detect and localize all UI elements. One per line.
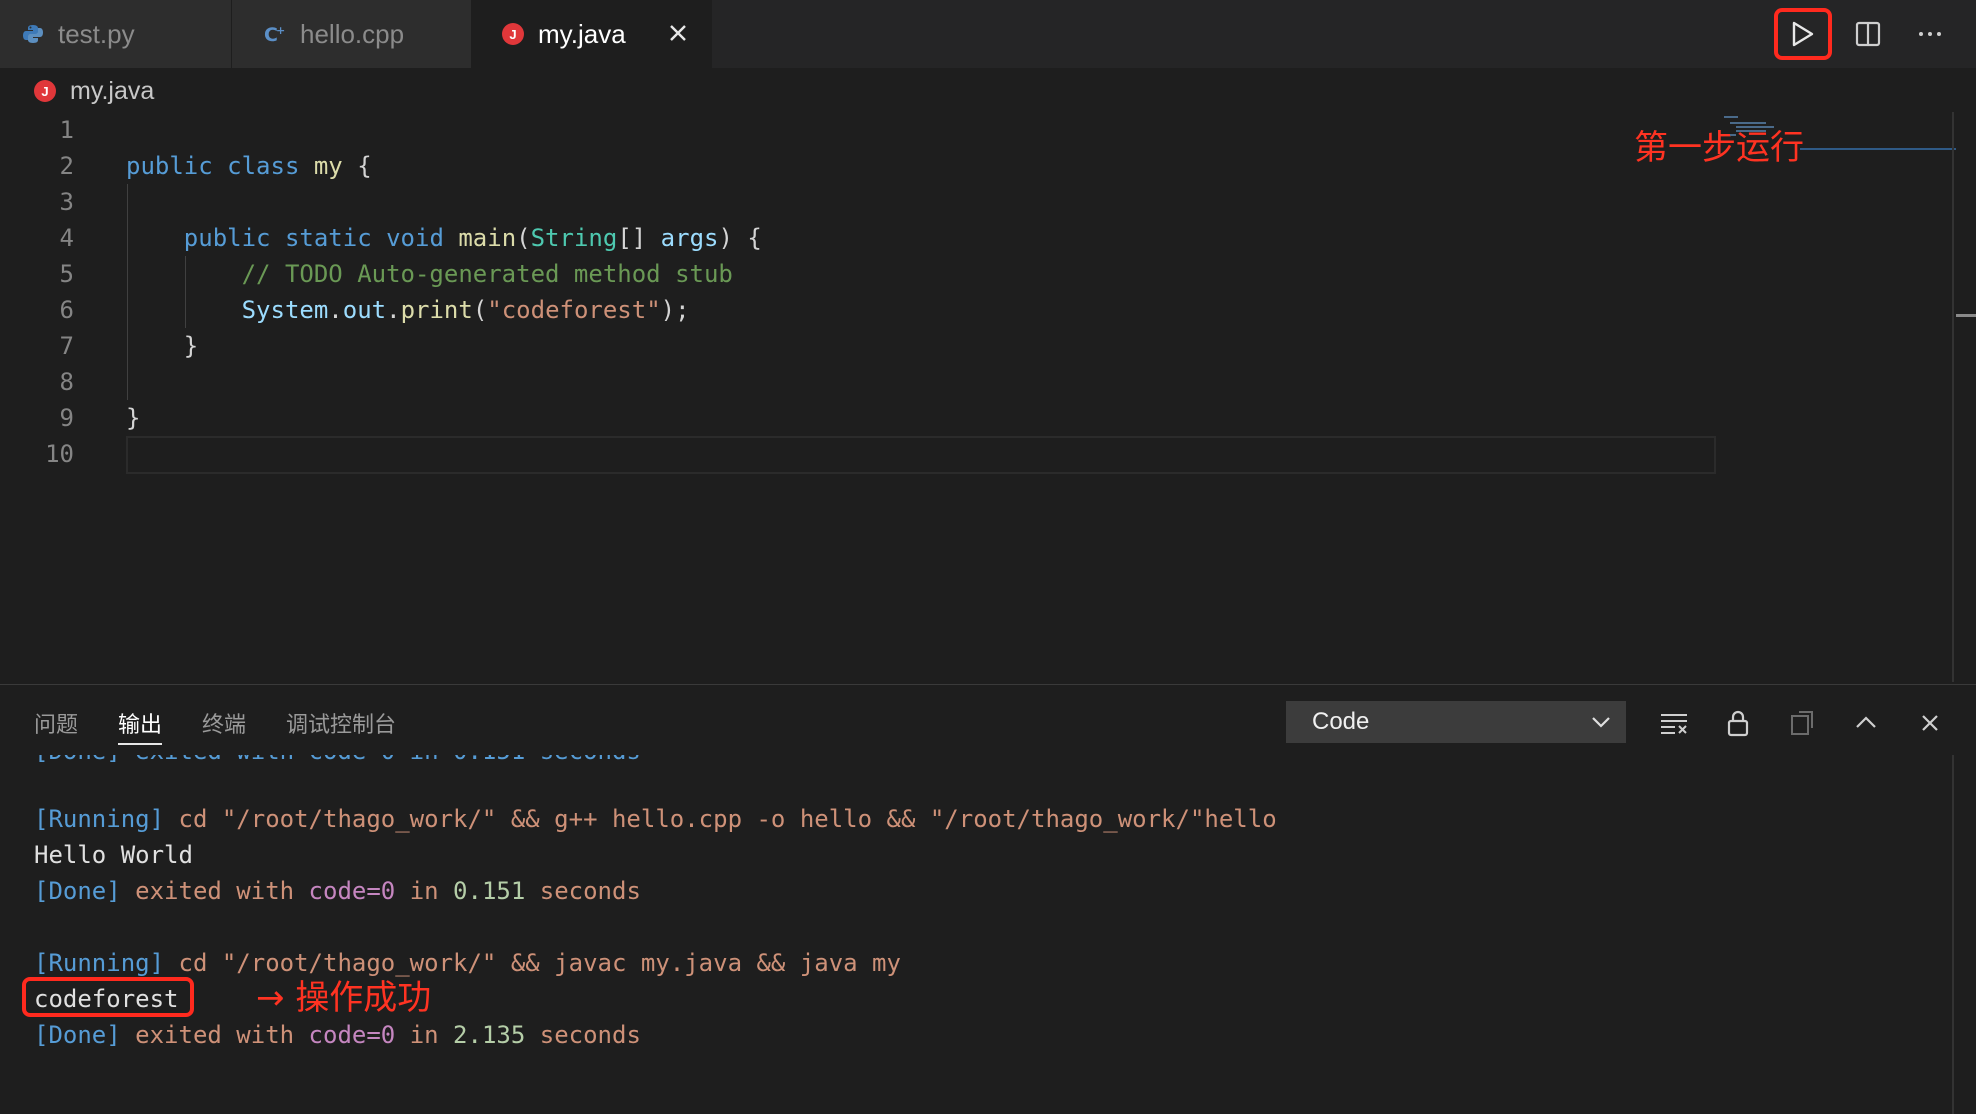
- ellipsis-icon: [1919, 32, 1941, 36]
- maximize-panel-button[interactable]: [1848, 705, 1884, 741]
- cpp-icon: C +: [264, 23, 286, 45]
- tab-debug-console[interactable]: 调试控制台: [286, 707, 396, 747]
- open-file-icon: [1791, 711, 1813, 735]
- java-badge: J: [502, 23, 524, 45]
- code-line: 6 System.out.print("codeforest");: [59, 296, 690, 324]
- tab-label: hello.cpp: [300, 18, 405, 49]
- chevron-down-icon: [1592, 717, 1610, 728]
- output-log[interactable]: [Done] exited with code=0 in 0.151 secon…: [0, 755, 1950, 1114]
- editor-scrollbar[interactable]: [1952, 112, 1954, 682]
- code-line: 5 // TODO Auto-generated method stub: [59, 260, 733, 288]
- close-icon[interactable]: [665, 20, 691, 46]
- open-output-editor-button[interactable]: [1784, 705, 1820, 741]
- panel-header: 问题 输出 终端 调试控制台 Code: [0, 685, 1976, 755]
- code-line: 7 }: [59, 332, 199, 360]
- output-channel-select[interactable]: Code: [1286, 701, 1626, 743]
- clear-all-icon: [1661, 714, 1687, 734]
- output-highlight-box: [22, 977, 194, 1017]
- lock-icon: [1727, 710, 1749, 737]
- code-line: 4 public static void main(String[] args)…: [59, 224, 762, 252]
- tab-hello-cpp[interactable]: C + hello.cpp: [232, 0, 472, 68]
- lock-scroll-button[interactable]: [1720, 705, 1756, 741]
- output-line: [Done] exited with code=0 in 0.151 secon…: [34, 877, 641, 905]
- output-line: [Running] cd "/root/thago_work/" && g++ …: [34, 805, 1277, 833]
- annotation-success: → 操作成功: [256, 970, 431, 1019]
- code-line: 10: [45, 440, 74, 468]
- run-button-highlight: [1774, 8, 1832, 60]
- breadcrumb[interactable]: J my.java: [34, 74, 154, 108]
- more-actions-button[interactable]: [1910, 14, 1950, 54]
- tab-terminal[interactable]: 终端: [202, 707, 246, 747]
- close-icon: [1922, 715, 1938, 731]
- code-line: 1: [59, 116, 74, 144]
- output-line: [Running] cd "/root/thago_work/" && java…: [34, 949, 901, 977]
- close-panel-button[interactable]: [1912, 705, 1948, 741]
- tab-test-py[interactable]: test.py: [0, 0, 232, 68]
- tab-output[interactable]: 输出: [118, 707, 163, 747]
- tab-bar: test.py C + hello.cpp J my.java: [0, 0, 1976, 68]
- minimap-viewport: [1800, 148, 1956, 150]
- code-editor[interactable]: 1 2 public class my { 3 4 public static v…: [0, 112, 1950, 672]
- bottom-panel: 问题 输出 终端 调试控制台 Code [Done] exited with c…: [0, 684, 1976, 1114]
- tab-label: test.py: [58, 18, 135, 49]
- tab-problems[interactable]: 问题: [34, 707, 78, 747]
- tab-my-java[interactable]: J my.java: [472, 0, 712, 68]
- svg-text:+: +: [276, 24, 285, 37]
- split-editor-icon: [1855, 21, 1881, 47]
- output-scrollbar[interactable]: [1952, 755, 1954, 1114]
- minimap[interactable]: [1718, 112, 1804, 142]
- output-line: [Done] exited with code=0 in 2.135 secon…: [34, 1021, 641, 1049]
- java-icon: J: [502, 23, 524, 45]
- java-icon: J: [34, 80, 56, 102]
- output-line: Hello World: [34, 841, 193, 869]
- select-value: Code: [1312, 708, 1370, 735]
- split-editor-button[interactable]: [1848, 14, 1888, 54]
- tab-label: my.java: [538, 18, 626, 49]
- breadcrumb-file: my.java: [70, 76, 155, 105]
- arrow-icon: →: [256, 978, 285, 1018]
- code-line: 8: [59, 368, 74, 396]
- clear-output-button[interactable]: [1656, 705, 1692, 741]
- scrollbar-marker: [1956, 314, 1976, 317]
- output-line: [Done] exited with code=0 in 0.151 secon…: [34, 755, 641, 769]
- python-icon: [22, 23, 44, 45]
- code-line: 2 public class my {: [59, 152, 372, 180]
- annotation-success-text: 操作成功: [295, 978, 432, 1018]
- code-line: 3: [59, 188, 74, 216]
- chevron-up-icon: [1856, 716, 1876, 728]
- code-line: 9}: [59, 404, 141, 432]
